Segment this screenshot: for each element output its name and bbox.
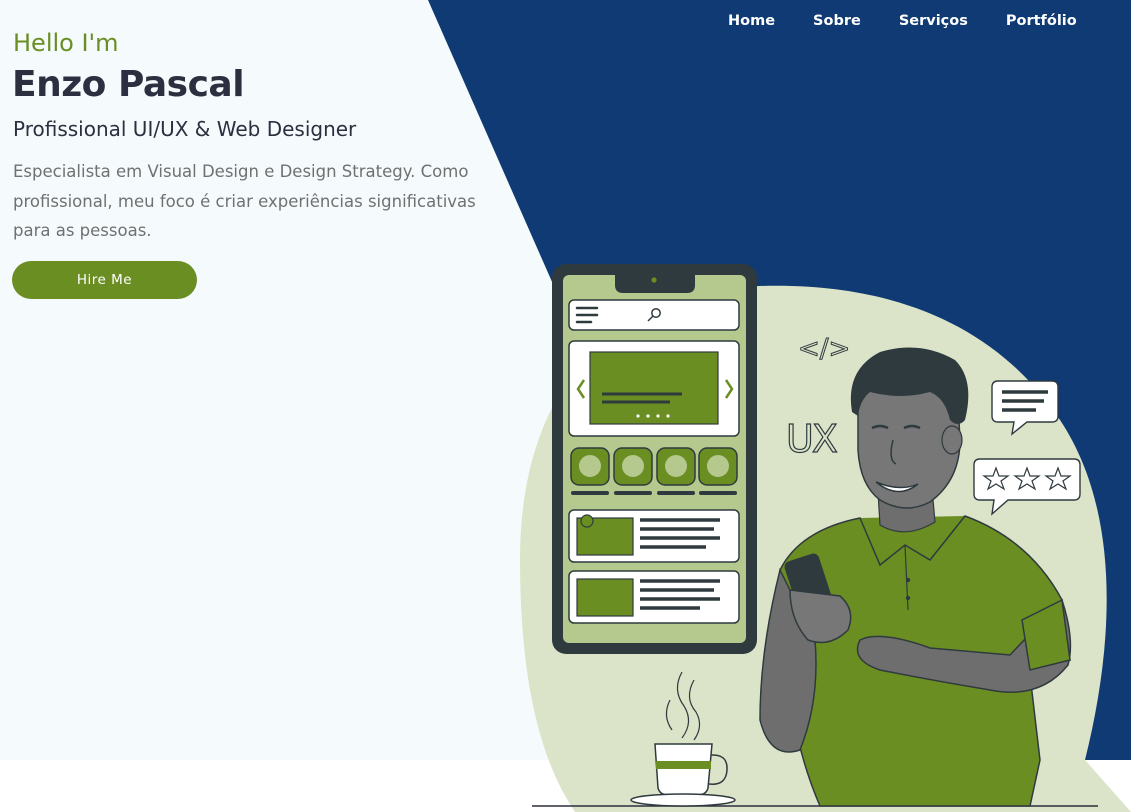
hero-illustration: </> UX [520,264,1131,812]
code-tag-label: </> [798,334,850,364]
phone-mockup [552,264,757,654]
hero-section: Home Sobre Serviços Portfólio Hello I'm … [0,0,1131,812]
ux-label: UX [786,417,837,461]
